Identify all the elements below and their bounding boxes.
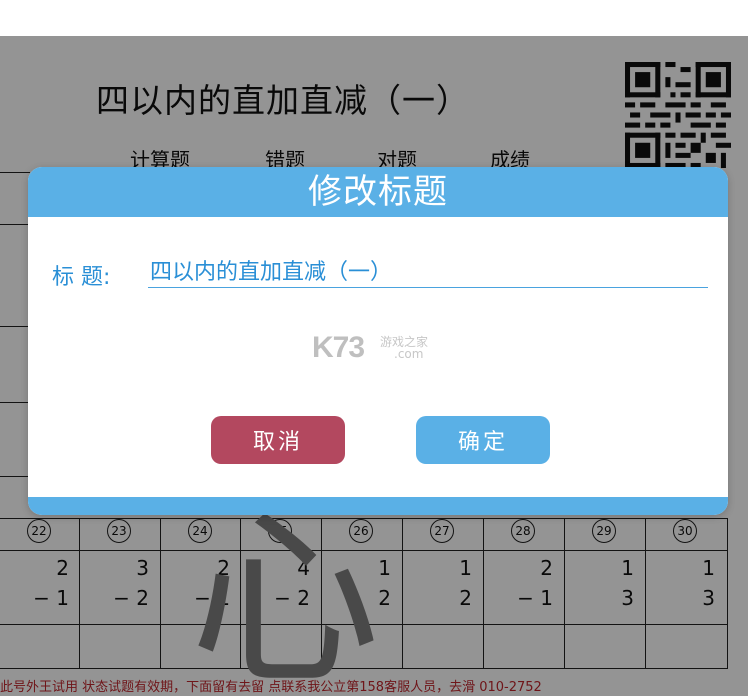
dialog-title: 修改标题 [28,167,728,217]
logo-domain-text: .com [394,347,424,361]
edit-title-dialog: 修改标题 标 题: K73 游戏之家 .com 取消 确定 [28,167,728,515]
title-input[interactable] [148,253,708,288]
title-field-label: 标 题: [52,265,111,290]
app-screen: 四以内的直加直减（一） 计算题 错题 对题 成绩 22 2 − 1 23 3 −… [0,0,748,696]
confirm-button[interactable]: 确定 [416,416,550,464]
k73-logo: K73 游戏之家 .com [312,331,442,365]
top-bar [0,0,748,36]
cancel-button[interactable]: 取消 [211,416,345,464]
logo-main-text: K73 [312,331,365,364]
dialog-footer-bar [28,497,728,515]
